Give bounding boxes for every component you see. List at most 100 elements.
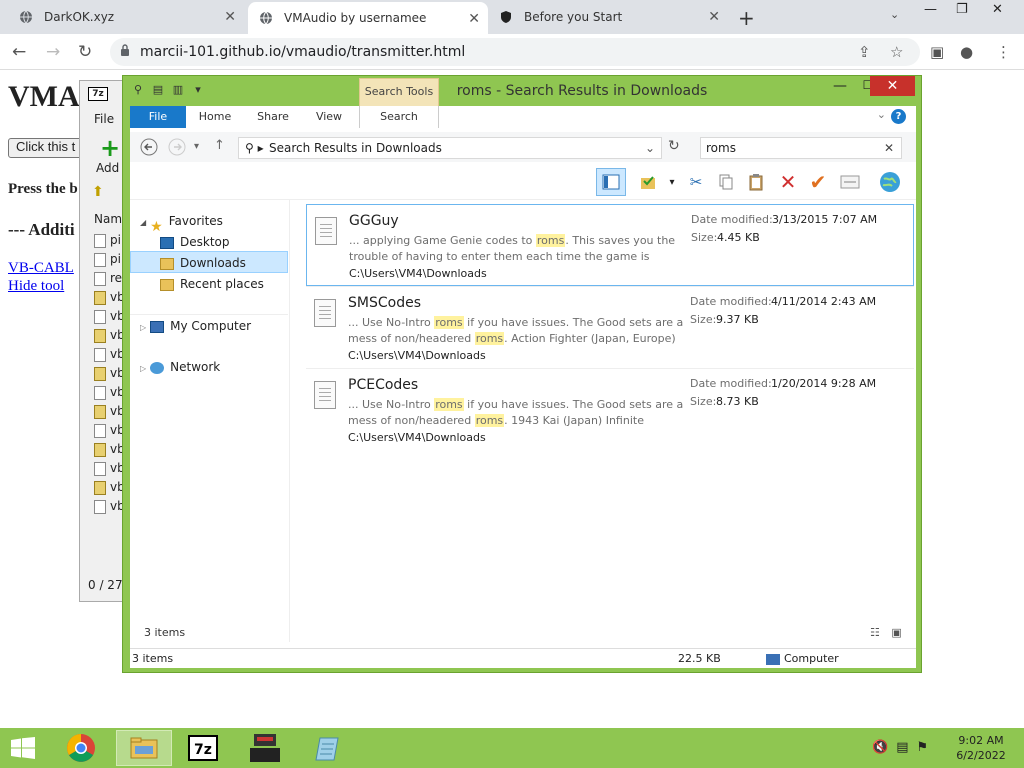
desktop-icon [160,236,174,249]
nav-desktop[interactable]: Desktop [130,231,288,253]
details-view-icon[interactable]: ☷ [870,626,880,639]
nav-downloads[interactable]: Downloads [130,251,288,273]
nav-network[interactable]: ▷ Network [130,356,288,378]
list-item[interactable]: vb [94,328,125,343]
menu-dots-icon[interactable]: ⋮ [996,43,1011,61]
page-start-button[interactable]: Click this t [8,138,88,158]
location-field[interactable]: ⚲ ▸ Search Results in Downloads ⌄ [238,137,662,159]
reload-icon[interactable]: ↻ [78,42,92,62]
back-arrow-icon[interactable] [140,138,158,160]
list-item[interactable]: vb [94,347,125,362]
rename-check-icon[interactable]: ✔ [806,170,830,194]
address-bar[interactable]: marcii-101.github.io/vmaudio/transmitter… [110,38,920,66]
list-item[interactable]: vb [94,499,125,514]
fceux-taskbar-button[interactable] [240,730,290,766]
new-tab-icon[interactable]: + [738,6,755,30]
copy-icon[interactable] [714,170,738,194]
vb-cable-link[interactable]: VB-CABL [8,260,74,277]
delete-icon[interactable]: ✕ [776,170,800,194]
speaker-muted-icon[interactable]: 🔇 [872,740,888,755]
sevenzip-file-menu[interactable]: File [94,112,114,126]
close-tab-icon[interactable]: ✕ [468,11,480,27]
tab-darkok[interactable]: DarkOK.xyz ✕ [8,0,244,34]
clock-time: 9:02 AM [958,734,1004,747]
forward-arrow-icon[interactable]: → [46,42,60,62]
list-item[interactable]: vb [94,309,125,324]
search-input[interactable]: roms ✕ [700,137,902,159]
nav-recent-places[interactable]: Recent places [130,273,288,295]
forward-arrow-icon[interactable] [168,138,186,160]
expand-arrow-icon[interactable]: ◢ [140,218,146,227]
list-item[interactable]: PCECodes ... Use No-Intro roms if you ha… [306,368,914,450]
chrome-taskbar-button[interactable] [56,730,106,766]
nav-favorites[interactable]: ◢ ★ Favorites [140,210,280,235]
explorer-taskbar-button[interactable] [116,730,172,766]
command-bar: ▾ ✂ ✕ ✔ [130,162,916,200]
tab-share[interactable]: Share [248,106,298,128]
tab-view[interactable]: View [304,106,354,128]
recent-locations-icon[interactable]: ▾ [194,141,199,152]
hide-tool-link[interactable]: Hide tool [8,278,64,295]
list-item[interactable]: vb [94,366,125,381]
sevenzip-add-label[interactable]: Add [96,161,119,175]
clear-search-icon[interactable]: ✕ [884,138,894,158]
paste-icon[interactable] [744,170,768,194]
list-item[interactable]: GGGuy ... applying Game Genie codes to r… [306,204,914,286]
large-icons-view-icon[interactable]: ▣ [891,626,901,639]
tab-before-you-start[interactable]: Before you Start ✕ [488,0,728,34]
tab-file[interactable]: File [130,106,186,128]
properties-icon[interactable] [838,170,862,194]
cut-icon[interactable]: ✂ [684,170,708,194]
minimize-icon[interactable]: — [924,2,937,17]
list-item[interactable]: pi [94,233,121,248]
folder-options-icon[interactable] [636,170,660,194]
list-item[interactable]: vb [94,404,125,419]
back-arrow-icon[interactable]: ← [12,42,26,62]
lock-icon [120,44,130,60]
share-icon[interactable]: ⇪ [858,43,871,61]
close-tab-icon[interactable]: ✕ [224,9,236,25]
taskbar: 7z 🔇 ▤ ⚑ 9:02 AM 6/2/2022 [0,728,1024,768]
clock[interactable]: 9:02 AM 6/2/2022 [946,733,1016,763]
minimize-icon[interactable]: — [827,78,853,96]
sevenzip-taskbar-button[interactable]: 7z [178,730,228,766]
list-item[interactable]: vb [94,480,125,495]
tab-search[interactable]: Search [359,106,439,128]
list-item[interactable]: vb [94,461,125,476]
action-center-flag-icon[interactable]: ⚑ [916,740,928,755]
tab-home[interactable]: Home [190,106,240,128]
close-icon[interactable]: ✕ [992,2,1003,17]
nav-my-computer[interactable]: ▷ My Computer [130,314,288,336]
restore-icon[interactable]: ❐ [956,2,968,17]
globe-icon[interactable] [878,170,902,194]
star-icon[interactable]: ☆ [890,43,903,61]
tab-vmaudio[interactable]: VMAudio by usernamee ✕ [248,2,488,34]
up-arrow-icon[interactable]: ↑ [214,138,225,153]
list-item[interactable]: vb [94,442,125,457]
start-button[interactable] [0,730,46,766]
refresh-icon[interactable]: ↻ [668,138,680,154]
list-item[interactable]: SMSCodes ... Use No-Intro roms if you ha… [306,286,914,368]
close-icon[interactable]: ✕ [870,76,915,96]
folder-up-icon[interactable]: ⬆ [92,184,104,200]
chevron-down-icon[interactable]: ⌄ [877,108,886,121]
notepad-taskbar-button[interactable] [304,730,354,766]
list-item[interactable]: vb [94,423,125,438]
chevron-down-icon[interactable]: ▾ [660,170,684,194]
explorer-titlebar[interactable]: ⚲ ▤ ▥ ▾ Search Tools roms - Search Resul… [123,76,921,106]
list-item[interactable]: re [94,271,122,286]
preview-pane-icon[interactable] [596,168,626,196]
expand-arrow-icon[interactable]: ▷ [140,364,146,373]
close-tab-icon[interactable]: ✕ [708,9,720,25]
list-item[interactable]: vb [94,385,125,400]
help-icon[interactable]: ? [891,109,906,124]
network-icon[interactable]: ▤ [896,740,908,755]
list-item[interactable]: pi [94,252,121,267]
list-item[interactable]: vb [94,290,125,305]
chevron-down-icon[interactable]: ⌄ [645,138,655,158]
side-panel-icon[interactable]: ▣ [930,43,944,61]
chevron-down-icon[interactable]: ⌄ [890,8,899,21]
expand-arrow-icon[interactable]: ▷ [140,323,146,332]
add-icon[interactable]: + [96,136,124,160]
profile-icon[interactable]: ● [960,43,973,61]
